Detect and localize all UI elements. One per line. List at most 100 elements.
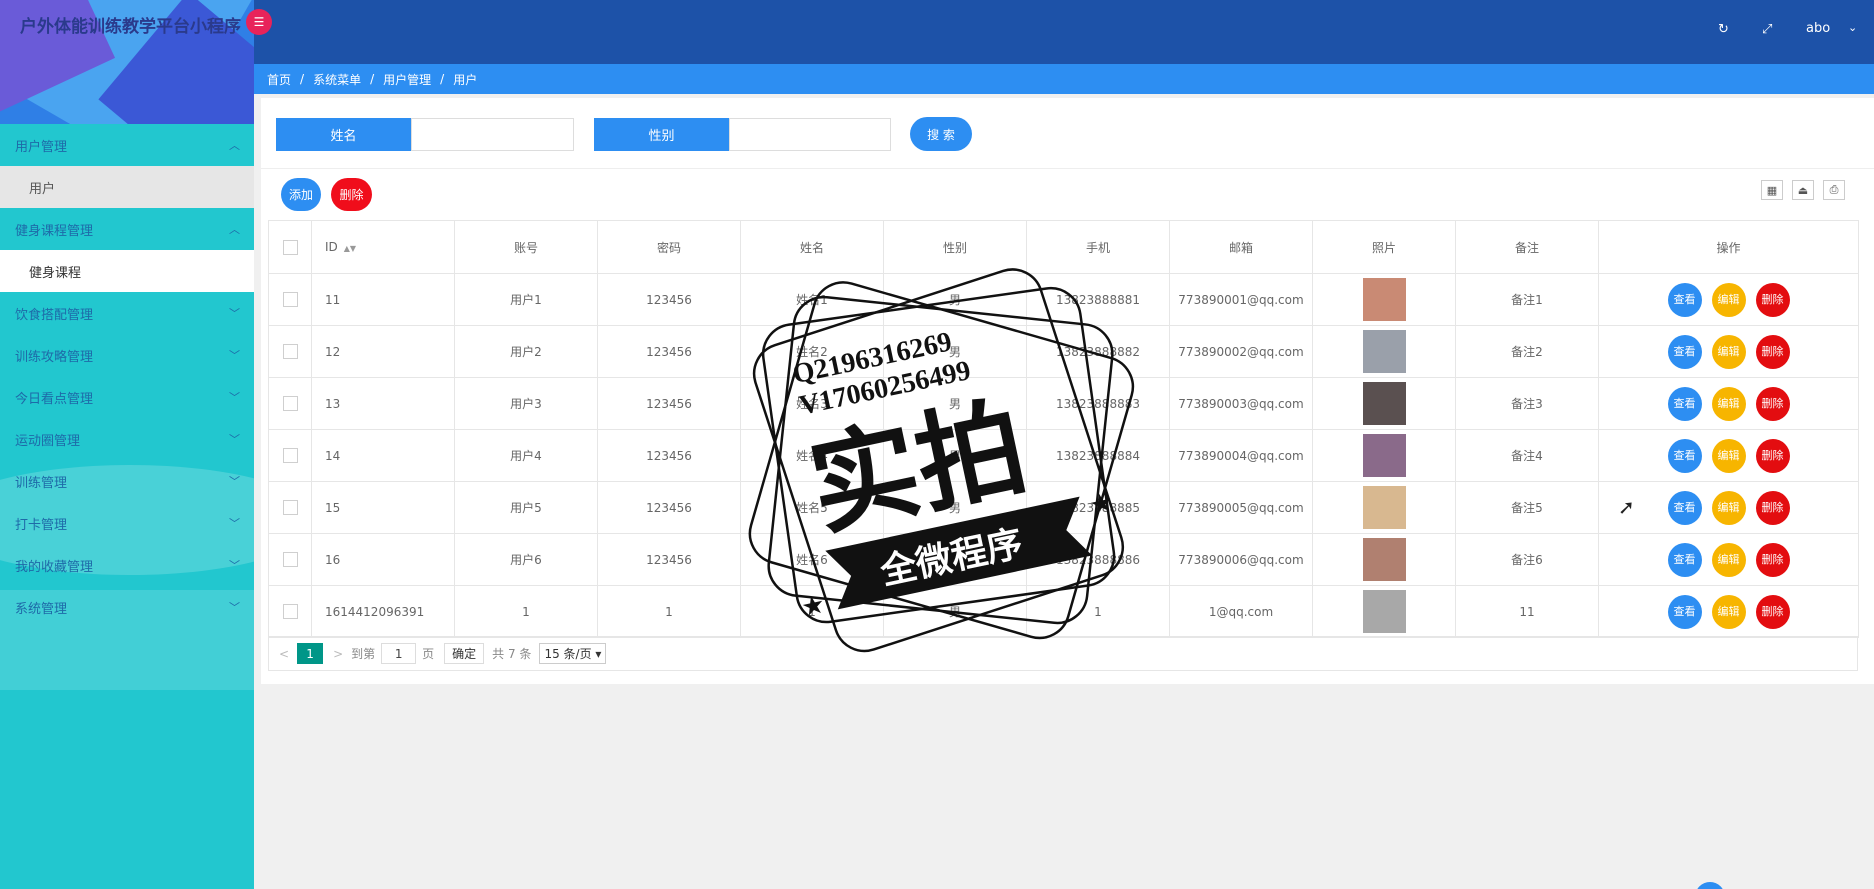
column-header: 手机 xyxy=(1026,220,1170,274)
sidebar-group[interactable]: 健身课程管理 ︿ xyxy=(0,208,254,250)
sidebar-group[interactable]: 我的收藏管理 ﹀ xyxy=(0,544,254,586)
column-header-id[interactable]: ID ▲▼ xyxy=(311,220,455,274)
search-button[interactable]: 搜 索 xyxy=(910,117,972,151)
sidebar-group[interactable]: 饮食搭配管理 ﹀ xyxy=(0,292,254,334)
batch-delete-button[interactable]: 删除 xyxy=(331,178,372,211)
sidebar-group[interactable]: 今日看点管理 ﹀ xyxy=(0,376,254,418)
view-button[interactable]: 查看 xyxy=(1667,282,1702,317)
select-all-checkbox[interactable] xyxy=(268,220,312,274)
breadcrumb-item: 用户 xyxy=(453,72,478,87)
edit-button[interactable]: 编辑 xyxy=(1711,334,1746,369)
page-input[interactable]: 1 xyxy=(381,643,417,664)
user-photo[interactable] xyxy=(1362,382,1406,425)
user-photo[interactable] xyxy=(1362,538,1406,581)
export-icon[interactable]: ⏏ xyxy=(1792,180,1814,200)
edit-button[interactable]: 编辑 xyxy=(1711,542,1746,577)
add-button[interactable]: 添加 xyxy=(281,178,321,211)
row-checkbox[interactable] xyxy=(268,377,312,430)
delete-button[interactable]: 删除 xyxy=(1755,542,1790,577)
sidebar-item[interactable]: 用户 xyxy=(0,166,254,208)
cell-name: 姓名4 xyxy=(740,429,884,482)
delete-button[interactable]: 删除 xyxy=(1755,334,1790,369)
chevron-down-icon: ﹀ xyxy=(229,433,240,446)
view-button[interactable]: 查看 xyxy=(1667,594,1702,629)
edit-button[interactable]: 编辑 xyxy=(1711,594,1746,629)
delete-button[interactable]: 删除 xyxy=(1755,490,1790,525)
view-button[interactable]: 查看 xyxy=(1667,490,1702,525)
delete-button[interactable]: 删除 xyxy=(1755,386,1790,421)
cell-password: 123456 xyxy=(597,325,741,378)
user-photo[interactable] xyxy=(1362,330,1406,373)
view-button[interactable]: 查看 xyxy=(1667,438,1702,473)
sidebar-group[interactable]: 运动圈管理 ﹀ xyxy=(0,418,254,460)
cell-account: 用户4 xyxy=(454,429,598,482)
cell-phone: 1 xyxy=(1026,585,1170,638)
delete-button[interactable]: 删除 xyxy=(1755,282,1790,317)
cell-actions: 查看 编辑 删除 xyxy=(1598,325,1859,378)
cell-photo xyxy=(1312,481,1456,534)
print-icon[interactable]: ⎙ xyxy=(1823,180,1845,200)
cell-email: 773890002@qq.com xyxy=(1169,325,1313,378)
view-button[interactable]: 查看 xyxy=(1667,542,1702,577)
row-checkbox[interactable] xyxy=(268,481,312,534)
sidebar-group-label: 运动圈管理 xyxy=(15,433,81,449)
columns-icon[interactable]: ▦ xyxy=(1761,180,1783,200)
cell-photo xyxy=(1312,533,1456,586)
row-checkbox[interactable] xyxy=(268,533,312,586)
delete-button[interactable]: 删除 xyxy=(1755,438,1790,473)
sidebar-group-label: 用户管理 xyxy=(15,139,68,155)
row-checkbox[interactable] xyxy=(268,429,312,482)
row-checkbox[interactable] xyxy=(268,325,312,378)
sidebar-group[interactable]: 用户管理 ︿ xyxy=(0,124,254,166)
user-photo[interactable] xyxy=(1362,434,1406,477)
cell-id: 11 xyxy=(311,273,455,326)
breadcrumb-item[interactable]: 用户管理 xyxy=(383,71,431,88)
sidebar-item[interactable]: 健身课程 xyxy=(0,250,254,292)
current-page[interactable]: 1 xyxy=(297,643,324,664)
sidebar-group-label: 饮食搭配管理 xyxy=(15,307,94,323)
sidebar-group-label: 训练管理 xyxy=(15,475,68,491)
edit-button[interactable]: 编辑 xyxy=(1711,438,1746,473)
prev-page-icon[interactable]: < xyxy=(279,647,289,661)
top-header: ↻ ⤢ xyxy=(254,0,1874,64)
name-input[interactable] xyxy=(411,117,574,151)
refresh-icon[interactable]: ↻ xyxy=(1718,22,1729,37)
edit-button[interactable]: 编辑 xyxy=(1711,282,1746,317)
edit-button[interactable]: 编辑 xyxy=(1711,386,1746,421)
cell-note: 备注5 xyxy=(1455,481,1599,534)
cell-note: 备注2 xyxy=(1455,325,1599,378)
column-header: 备注 xyxy=(1455,220,1599,274)
user-photo[interactable] xyxy=(1362,590,1406,633)
sidebar-group[interactable]: 打卡管理 ﹀ xyxy=(0,502,254,544)
floating-action-button[interactable] xyxy=(1695,882,1725,889)
user-name[interactable]: abo xyxy=(1806,21,1830,36)
delete-button[interactable]: 删除 xyxy=(1755,594,1790,629)
sidebar-group[interactable]: 系统管理 ﹀ xyxy=(0,586,254,628)
cell-email: 773890006@qq.com xyxy=(1169,533,1313,586)
row-checkbox[interactable] xyxy=(268,585,312,638)
sidebar-group-label: 系统管理 xyxy=(15,601,68,617)
gender-input[interactable] xyxy=(729,117,891,151)
fullscreen-icon[interactable]: ⤢ xyxy=(1762,22,1772,37)
user-photo[interactable] xyxy=(1362,278,1406,321)
user-photo[interactable] xyxy=(1362,486,1406,529)
table-row: 14 用户4 123456 姓名4 男 13823888884 773890004@qq.c… xyxy=(268,429,1859,482)
sidebar-group[interactable]: 训练管理 ﹀ xyxy=(0,460,254,502)
breadcrumb-item[interactable]: 系统菜单 xyxy=(313,71,361,88)
breadcrumb-item[interactable]: 首页 xyxy=(267,71,291,88)
edit-button[interactable]: 编辑 xyxy=(1711,490,1746,525)
row-checkbox[interactable] xyxy=(268,273,312,326)
cell-phone: 13823888884 xyxy=(1026,429,1170,482)
cell-gender: 男 xyxy=(883,481,1027,534)
chevron-up-icon: ︿ xyxy=(229,139,240,152)
page-size-select[interactable]: 15 条/页 ▾ xyxy=(539,643,607,664)
cell-phone: 13823888883 xyxy=(1026,377,1170,430)
confirm-button[interactable]: 确定 xyxy=(444,643,485,664)
sidebar-group[interactable]: 训练攻略管理 ﹀ xyxy=(0,334,254,376)
view-button[interactable]: 查看 xyxy=(1667,386,1702,421)
next-page-icon[interactable]: > xyxy=(333,647,343,661)
menu-toggle-icon[interactable]: ☰ xyxy=(246,9,272,35)
view-button[interactable]: 查看 xyxy=(1667,334,1702,369)
cell-gender: 男 xyxy=(883,429,1027,482)
chevron-down-icon[interactable]: ⌄ xyxy=(1848,21,1857,34)
